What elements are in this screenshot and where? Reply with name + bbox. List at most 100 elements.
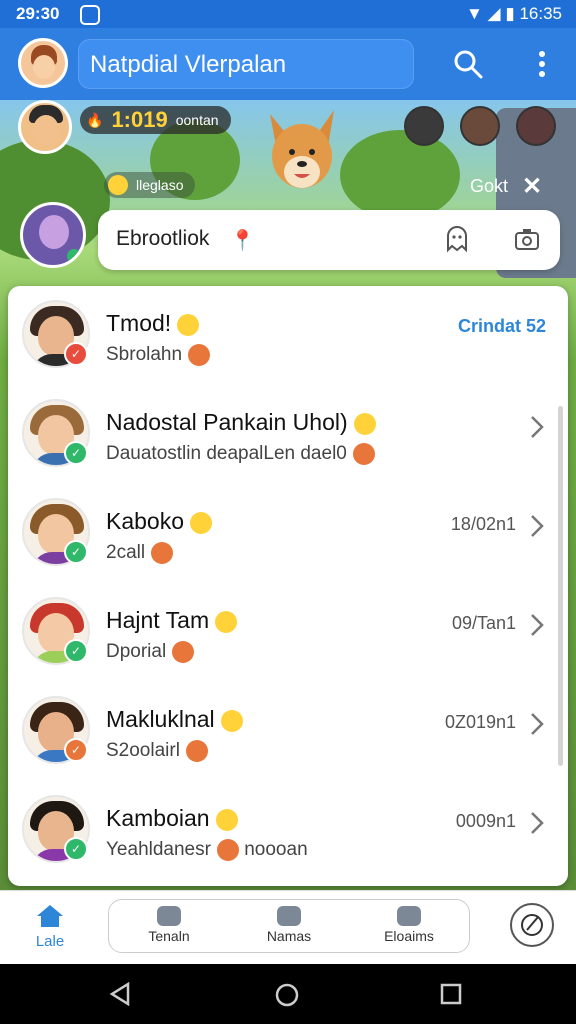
chevron-right-icon	[531, 614, 544, 636]
emoji-icon	[352, 443, 375, 465]
back-icon[interactable]	[108, 982, 132, 1006]
status-badge: ✓	[64, 540, 88, 564]
chat-row[interactable]: ✓ Kamboian Yeahldanesr noooan 0009n1	[8, 781, 568, 879]
status-badge: ✓	[64, 738, 88, 762]
status-right: ▼ ◢ ▮ 16:35	[466, 4, 562, 24]
chat-name: Hajnt Tam	[106, 607, 238, 634]
chevron-right-icon	[531, 812, 544, 834]
inbox-icon	[277, 906, 301, 926]
tab-groups[interactable]: Eloaims	[361, 906, 457, 944]
chevron-right-icon	[531, 416, 544, 438]
close-row: Gokt ✕	[470, 172, 542, 201]
streak-count: 1:019	[111, 107, 168, 132]
app-bar: Natpdial Vlerpalan	[0, 28, 576, 100]
chat-preview-text: 2call	[106, 542, 146, 564]
chat-name-text: Tmod!	[106, 310, 172, 336]
signal-icon: ◢	[487, 4, 501, 23]
chat-preview: Sbrolahn	[106, 344, 211, 366]
home-icon	[37, 905, 63, 927]
chat-name-text: Kamboian	[106, 805, 210, 831]
chat-preview-text: S2oolairl	[106, 740, 180, 762]
chevron-right-icon	[531, 713, 544, 735]
chat-name: Nadostal Pankain Uhol)	[106, 409, 376, 436]
chat-name: Tmod!	[106, 310, 200, 337]
chat-preview: Dauatostlin deapalLen dael0	[106, 443, 375, 465]
streak-label: oontan	[175, 112, 219, 128]
tab-home[interactable]: Lale	[24, 903, 76, 953]
streak-badge[interactable]: 🔥 1:019 oontan	[80, 106, 231, 134]
emoji-icon	[188, 344, 211, 366]
location-pin-icon: 📍	[230, 230, 255, 252]
bottom-nav: Lale Tenaln Namas Eloaims	[0, 890, 576, 965]
home-circle-icon[interactable]	[274, 982, 300, 1008]
chat-time: 18/02n1	[450, 514, 516, 534]
emoji-icon	[215, 610, 238, 633]
emoji-icon	[216, 839, 239, 861]
composer-text[interactable]: Ebrootliok	[116, 227, 209, 251]
chat-row[interactable]: ✓ Makluklnal S2oolairl 0Z019n1	[8, 682, 568, 780]
friend-avatar[interactable]	[516, 106, 556, 146]
status-badge: ✓	[64, 837, 88, 861]
groups-icon	[397, 906, 421, 926]
chat-row[interactable]: ✓ Hajnt Tam Dporial 09/Tan1	[8, 583, 568, 681]
profile-avatar[interactable]	[18, 38, 68, 88]
chat-row[interactable]: ✓ Kaboko 2call 18/02n1	[8, 484, 568, 582]
app-status-icon	[80, 5, 100, 25]
fire-icon: 🔥	[86, 111, 104, 128]
chat-row[interactable]: ✓ Tmod! Sbrolahn Crindat 52	[8, 286, 568, 384]
chat-time: 0009n1	[455, 811, 516, 831]
chat-name-text: Hajnt Tam	[106, 607, 210, 633]
emoji-icon	[215, 808, 238, 831]
activity-pill[interactable]: lleglaso	[104, 172, 196, 198]
chat-preview-text: Yeahldanesr	[106, 839, 211, 861]
activity-text: lleglaso	[136, 177, 184, 193]
dog-character	[270, 110, 334, 188]
composer-avatar[interactable]	[20, 202, 86, 268]
close-label: Gokt	[470, 176, 509, 196]
tab-messages[interactable]: Namas	[241, 906, 337, 944]
status-bar: 29:30 ▼ ◢ ▮ 16:35	[0, 0, 576, 28]
compose-button[interactable]	[510, 903, 554, 947]
title-field[interactable]: Natpdial Vlerpalan	[78, 39, 414, 89]
tab-group: Tenaln Namas Eloaims	[108, 899, 470, 953]
chat-name-text: Makluklnal	[106, 706, 215, 732]
friend-avatar[interactable]	[404, 106, 444, 146]
tab-label: Eloaims	[384, 928, 434, 944]
emoji-icon	[190, 511, 213, 534]
chat-preview-extra: noooan	[244, 839, 308, 861]
status-badge: ✓	[64, 639, 88, 663]
emoji-icon	[185, 740, 208, 762]
page-title: Natpdial Vlerpalan	[90, 51, 287, 78]
more-options-icon[interactable]	[532, 46, 552, 82]
chat-preview: S2oolairl	[106, 740, 208, 762]
chat-name-text: Nadostal Pankain Uhol)	[106, 409, 348, 435]
chat-preview-text: Dporial	[106, 641, 167, 663]
tab-friends[interactable]: Tenaln	[121, 906, 217, 944]
message-composer[interactable]: Ebrootliok 📍	[98, 210, 560, 270]
chat-name-text: Kaboko	[106, 508, 185, 534]
camera-icon[interactable]	[512, 224, 542, 254]
friends-icon	[157, 906, 181, 926]
emoji-icon	[353, 412, 376, 435]
emoji-icon	[172, 641, 195, 663]
chat-time: Crindat 52	[457, 316, 546, 336]
tab-home-label: Lale	[35, 933, 65, 950]
ghost-icon[interactable]	[442, 224, 472, 254]
chat-list: ✓ Tmod! Sbrolahn Crindat 52 ✓ Nadostal Pankai…	[8, 286, 568, 886]
status-time: 29:30	[16, 4, 60, 23]
story-avatar[interactable]	[18, 100, 72, 154]
search-icon[interactable]	[452, 48, 484, 80]
friend-avatar[interactable]	[460, 106, 500, 146]
tree	[340, 130, 460, 220]
compose-icon	[521, 914, 543, 936]
chat-time: 0Z019n1	[444, 712, 516, 732]
chat-preview-text: Sbrolahn	[106, 344, 183, 366]
tab-label: Namas	[266, 928, 312, 944]
recents-icon[interactable]	[440, 983, 462, 1005]
chat-time: 09/Tan1	[451, 613, 516, 633]
close-icon[interactable]: ✕	[522, 172, 542, 201]
system-nav-bar	[0, 964, 576, 1024]
status-badge: ✓	[64, 342, 88, 366]
chat-row[interactable]: ✓ Nadostal Pankain Uhol) Dauatostlin deapa…	[8, 385, 568, 483]
tab-label: Tenaln	[148, 928, 190, 944]
